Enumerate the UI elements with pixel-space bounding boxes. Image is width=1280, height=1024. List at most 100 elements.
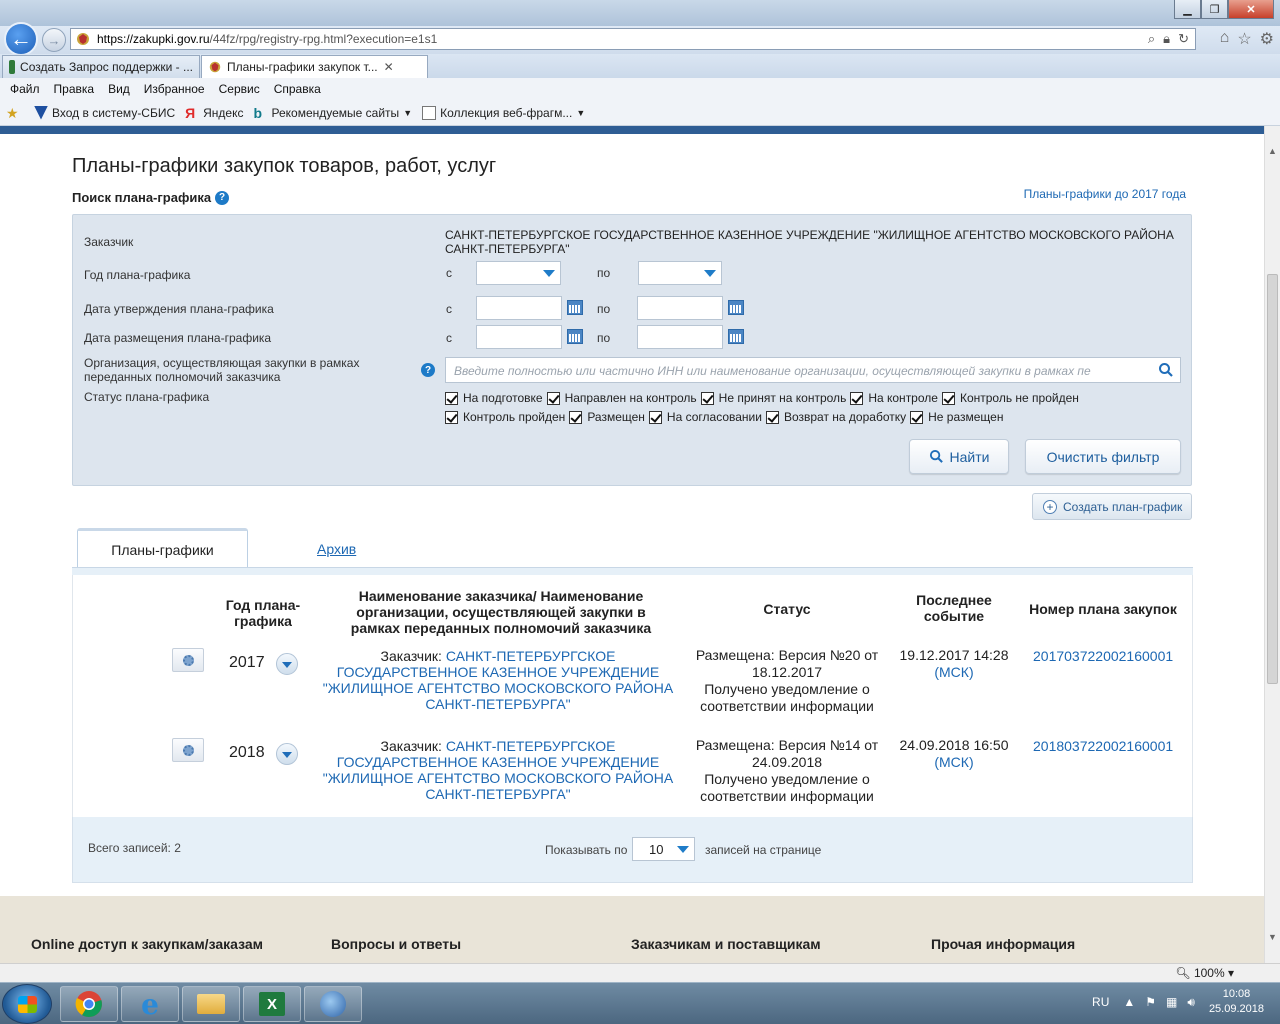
- favorites-star-icon[interactable]: ☆: [1237, 29, 1251, 49]
- site-footer: Online доступ к закупкам/заказам Вопросы…: [0, 896, 1264, 963]
- year-to-select[interactable]: [638, 261, 722, 285]
- status-checkbox[interactable]: Направлен на контроль: [546, 391, 697, 405]
- status-checkbox[interactable]: Возврат на доработку: [765, 410, 906, 424]
- calendar-icon[interactable]: [728, 300, 744, 315]
- page-scrollbar[interactable]: ▲ ▼: [1264, 126, 1280, 963]
- menu-edit[interactable]: Правка: [54, 82, 95, 96]
- close-tab-icon[interactable]: ✕: [384, 60, 394, 74]
- plan-award-icon[interactable]: [172, 648, 204, 672]
- address-bar[interactable]: https://zakupki.gov.ru/44fz/rpg/registry…: [70, 28, 1196, 50]
- taskbar-explorer[interactable]: [182, 986, 240, 1022]
- clear-filter-button[interactable]: Очистить фильтр: [1025, 439, 1181, 474]
- search-icon[interactable]: [1158, 362, 1174, 378]
- gear-icon[interactable]: ⚙: [1260, 29, 1274, 49]
- status-checkbox[interactable]: Не принят на контроль: [700, 391, 846, 405]
- taskbar-excel[interactable]: X: [243, 986, 301, 1022]
- close-button[interactable]: ✕: [1228, 0, 1274, 19]
- per-page-select[interactable]: 10: [632, 837, 695, 861]
- approve-date-to[interactable]: [637, 296, 723, 320]
- taskbar-ie[interactable]: e: [121, 986, 179, 1022]
- publish-date-from[interactable]: [476, 325, 562, 349]
- favorite-recommended[interactable]: b Рекомендуемые сайты ▼: [254, 106, 413, 120]
- favorite-sbis[interactable]: Вход в систему-СБИС: [34, 105, 175, 120]
- approve-date-from[interactable]: [476, 296, 562, 320]
- page-content: Планы-графики закупок товаров, работ, ус…: [0, 126, 1264, 963]
- status-checkbox[interactable]: Не размещен: [910, 410, 1003, 424]
- publish-date-to[interactable]: [637, 325, 723, 349]
- customer-link[interactable]: САНКТ-ПЕТЕРБУРГСКОЕ ГОСУДАРСТВЕННОЕ КАЗЕ…: [323, 738, 673, 802]
- sbis-icon: [34, 105, 48, 120]
- lock-icon[interactable]: 🔒︎: [1163, 31, 1170, 47]
- tab-archive[interactable]: Архив: [317, 541, 356, 557]
- tray-arrow-icon[interactable]: ▲: [1123, 995, 1135, 1009]
- footer-online-access[interactable]: Online доступ к закупкам/заказам: [31, 936, 263, 952]
- menu-file[interactable]: Файл: [10, 82, 40, 96]
- status-checkbox[interactable]: На контроле: [850, 391, 938, 405]
- checkbox-icon: [648, 410, 662, 424]
- calendar-icon[interactable]: [728, 329, 744, 344]
- flag-icon[interactable]: ⚑: [1145, 995, 1156, 1009]
- network-icon[interactable]: ▦: [1166, 995, 1177, 1009]
- search-icon[interactable]: ⌕: [1148, 31, 1155, 47]
- zoom-control[interactable]: 🔍︎ 100% ▾: [1175, 966, 1234, 980]
- plan-number-link[interactable]: 201703722002160001: [1033, 648, 1173, 664]
- tab-plans[interactable]: Планы-графики: [77, 528, 248, 569]
- taskbar-thunderbird[interactable]: [304, 986, 362, 1022]
- status-label: Статус плана-графика: [84, 390, 210, 404]
- menu-tools[interactable]: Сервис: [219, 82, 260, 96]
- browser-tab-plans[interactable]: Планы-графики закупок т... ✕: [201, 55, 428, 78]
- expand-row-button[interactable]: [276, 743, 298, 765]
- footer-faq[interactable]: Вопросы и ответы: [331, 936, 461, 952]
- plan-number-link[interactable]: 201803722002160001: [1033, 738, 1173, 754]
- plan-award-icon[interactable]: [172, 738, 204, 762]
- forward-button[interactable]: →: [42, 28, 66, 52]
- clock[interactable]: 10:08 25.09.2018: [1209, 987, 1264, 1017]
- status-checkbox[interactable]: На подготовке: [445, 391, 543, 405]
- timezone-link[interactable]: (МСК): [894, 754, 1014, 771]
- taskbar-chrome[interactable]: [60, 986, 118, 1022]
- restore-button[interactable]: ❐: [1201, 0, 1228, 19]
- per-page-label: записей на странице: [705, 843, 822, 857]
- status-checkbox[interactable]: На согласовании: [648, 410, 762, 424]
- back-button[interactable]: ←: [4, 22, 38, 56]
- create-plan-button[interactable]: + Создать план-график: [1032, 493, 1192, 520]
- minimize-button[interactable]: ▁: [1174, 0, 1201, 19]
- timezone-link[interactable]: (МСК): [894, 664, 1014, 681]
- favorite-webslices[interactable]: Коллекция веб-фрагм... ▼: [422, 105, 585, 120]
- home-icon[interactable]: ⌂: [1220, 29, 1230, 49]
- scroll-up-icon[interactable]: ▲: [1268, 146, 1277, 156]
- start-button[interactable]: [2, 984, 52, 1024]
- scroll-down-icon[interactable]: ▼: [1268, 932, 1277, 942]
- year-from-select[interactable]: [476, 261, 561, 285]
- calendar-icon[interactable]: [567, 300, 583, 315]
- menu-view[interactable]: Вид: [108, 82, 130, 96]
- expand-row-button[interactable]: [276, 653, 298, 675]
- menu-help[interactable]: Справка: [274, 82, 321, 96]
- chevron-down-icon: [677, 845, 689, 853]
- find-button[interactable]: Найти: [909, 439, 1009, 474]
- status-checkbox[interactable]: Размещен: [569, 410, 645, 424]
- org-label: Организация, осуществляющая закупки в ра…: [84, 356, 360, 384]
- org-search-input[interactable]: Введите полностью или частично ИНН или н…: [445, 357, 1181, 383]
- bing-icon: b: [253, 104, 263, 121]
- help-icon[interactable]: ?: [421, 363, 435, 377]
- footer-customers-suppliers[interactable]: Заказчикам и поставщикам: [631, 936, 821, 952]
- customer-value: САНКТ-ПЕТЕРБУРГСКОЕ ГОСУДАРСТВЕННОЕ КАЗЕ…: [445, 228, 1174, 256]
- calendar-icon[interactable]: [567, 329, 583, 344]
- scroll-thumb[interactable]: [1267, 274, 1278, 684]
- status-checkbox[interactable]: Контроль пройден: [445, 410, 565, 424]
- language-indicator[interactable]: RU: [1092, 995, 1109, 1009]
- browser-tab-support[interactable]: Создать Запрос поддержки - ...: [2, 55, 200, 78]
- old-plans-link[interactable]: Планы-графики до 2017 года: [1024, 187, 1186, 201]
- refresh-icon[interactable]: ↻: [1178, 31, 1189, 47]
- footer-other-info[interactable]: Прочая информация: [931, 936, 1075, 952]
- help-icon[interactable]: ?: [215, 190, 230, 205]
- document-icon: [9, 60, 16, 74]
- status-checkbox[interactable]: Контроль не пройден: [941, 391, 1079, 405]
- favorite-yandex[interactable]: Я Яндекс: [185, 106, 243, 120]
- menu-favorites[interactable]: Избранное: [144, 82, 205, 96]
- favorites-add[interactable]: ★: [6, 106, 24, 120]
- add-favorite-icon: ★: [6, 104, 19, 121]
- customer-link[interactable]: САНКТ-ПЕТЕРБУРГСКОЕ ГОСУДАРСТВЕННОЕ КАЗЕ…: [323, 648, 673, 712]
- volume-icon[interactable]: 🔊︎: [1187, 995, 1195, 1010]
